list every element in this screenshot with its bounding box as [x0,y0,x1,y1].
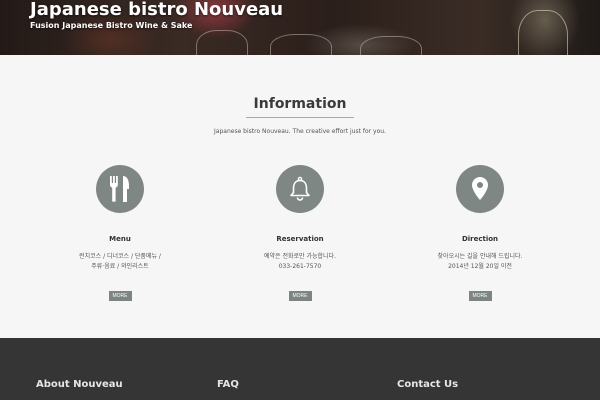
map-pin-icon [472,177,488,200]
reservation-more-button[interactable]: MORE [288,291,312,301]
direction-icon-circle[interactable] [456,165,504,213]
direction-description: 찾아오시는 길을 안내해 드립니다. 2014년 12월 20일 이전 [410,252,550,272]
direction-line-1: 찾아오시는 길을 안내해 드립니다. [437,253,523,260]
section-description: Japanese bistro Nouveau. The creative ef… [214,128,386,135]
direction-more-button[interactable]: MORE [468,291,492,301]
hero-banner: Japanese bistro Nouveau Fusion Japanese … [0,0,600,55]
bell-icon [290,176,310,201]
menu-more-button[interactable]: MORE [108,291,132,301]
direction-date: 2014년 12월 20일 이전 [448,263,512,270]
reservation-column: Reservation 예약은 전화로만 가능합니다. 033-261-7570… [230,165,370,301]
menu-icon-circle[interactable] [96,165,144,213]
reservation-icon-circle[interactable] [276,165,324,213]
menu-line-2: 주류·음료 / 와인리스트 [91,263,149,270]
site-title[interactable]: Japanese bistro Nouveau [30,0,283,20]
title-divider [246,117,354,118]
reservation-title: Reservation [276,235,324,243]
wine-glass-decoration [196,30,248,55]
information-section: Information Japanese bistro Nouveau. The… [0,55,600,338]
footer-heading-contact: Contact Us [397,379,459,390]
menu-title: Menu [109,235,131,243]
reservation-line-1: 예약은 전화로만 가능합니다. [264,253,336,260]
menu-column: Menu 런치코스 / 디너코스 / 단품메뉴 / 주류·음료 / 와인리스트 … [50,165,190,301]
utensils-icon [110,176,129,202]
wine-glass-decoration [360,36,422,55]
direction-column: Direction 찾아오시는 길을 안내해 드립니다. 2014년 12월 2… [410,165,550,301]
menu-description: 런치코스 / 디너코스 / 단품메뉴 / 주류·음료 / 와인리스트 [50,252,190,272]
footer: About Nouveau FAQ Contact Us [0,338,600,400]
menu-line-1: 런치코스 / 디너코스 / 단품메뉴 / [79,253,161,260]
direction-title: Direction [461,235,499,243]
wine-glass-decoration [518,10,568,55]
reservation-phone: 033-261-7570 [278,263,322,270]
footer-heading-about: About Nouveau [36,379,123,390]
wine-glass-decoration [270,34,332,55]
footer-heading-faq: FAQ [217,379,239,390]
site-subtitle: Fusion Japanese Bistro Wine & Sake [30,21,193,30]
reservation-description: 예약은 전화로만 가능합니다. 033-261-7570 [230,252,370,272]
section-title: Information [253,96,347,112]
